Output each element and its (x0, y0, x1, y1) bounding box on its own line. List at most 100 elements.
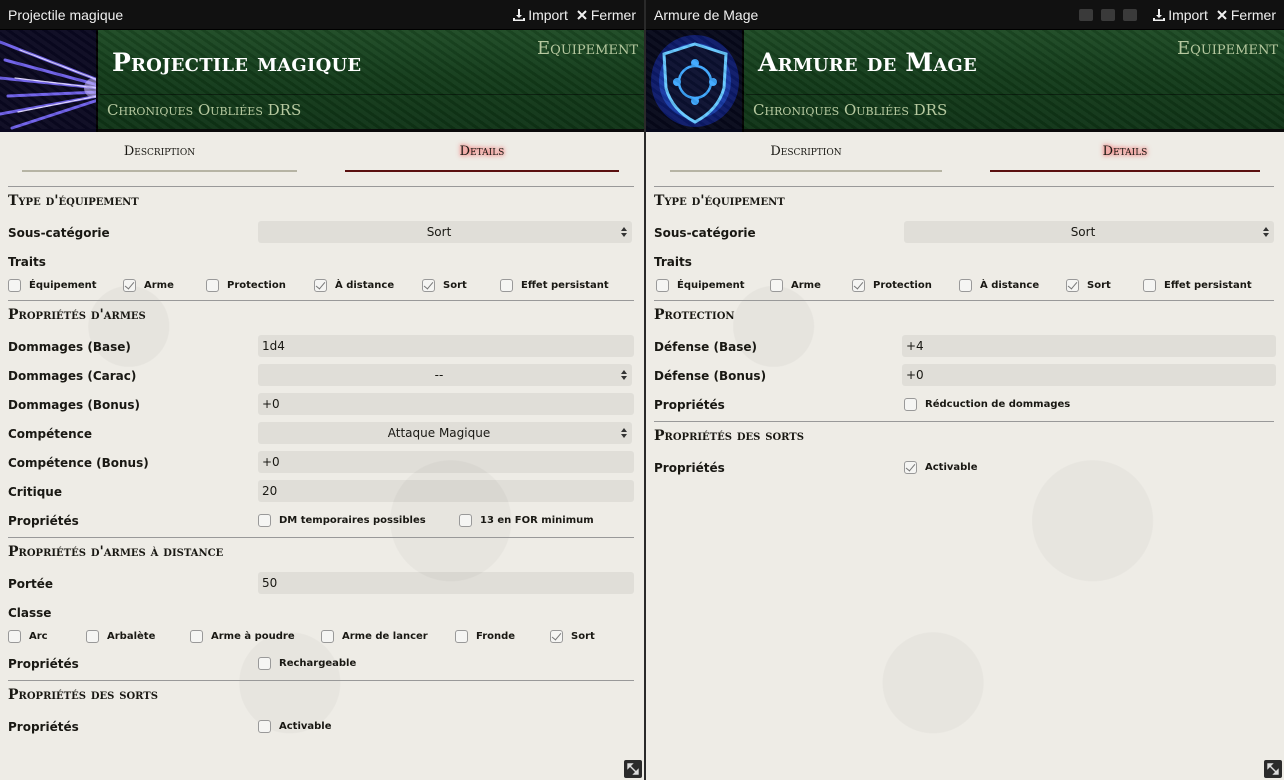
range-input[interactable]: 50 (258, 572, 634, 594)
class-firearm-checkbox[interactable]: Arme à poudre (190, 630, 295, 643)
spell-properties-label: Propriétés (654, 461, 725, 475)
prop-label: 13 en FOR minimum (480, 515, 594, 526)
prop-reloadable-checkbox[interactable]: Rechargeable (258, 657, 356, 670)
trait-equipment-checkbox[interactable]: Équipement (8, 279, 97, 292)
checkbox-box[interactable] (904, 461, 917, 474)
map-icon (1123, 8, 1138, 21)
close-label: Fermer (1230, 6, 1276, 23)
item-type: Equipement (537, 38, 638, 59)
damage-carac-select[interactable]: -- (258, 364, 632, 386)
ranged-properties-label: Propriétés (8, 657, 79, 671)
close-button[interactable]: Fermer (576, 7, 636, 23)
subcategory-select[interactable]: Sort (258, 221, 632, 243)
damage-base-input[interactable]: 1d4 (258, 335, 634, 357)
trait-spell-checkbox[interactable]: Sort (422, 279, 467, 292)
checkbox-box[interactable] (550, 630, 563, 643)
skill-select[interactable]: Attaque Magique (258, 422, 632, 444)
damage-bonus-input[interactable]: +0 (258, 393, 634, 415)
resize-handle[interactable] (1264, 760, 1282, 778)
class-sling-checkbox[interactable]: Fronde (455, 630, 515, 643)
trait-weapon-checkbox[interactable]: Arme (770, 279, 821, 292)
item-portrait[interactable] (646, 30, 744, 132)
trait-ranged-checkbox[interactable]: À distance (959, 279, 1039, 292)
checkbox-box[interactable] (8, 630, 21, 643)
checkbox-box[interactable] (852, 279, 865, 292)
trait-label: À distance (335, 280, 395, 291)
prop-str-minimum-checkbox[interactable]: 13 en FOR minimum (459, 514, 594, 527)
trait-label: Protection (227, 280, 286, 291)
defense-base-input[interactable]: +4 (902, 335, 1276, 357)
checkbox-box[interactable] (1066, 279, 1079, 292)
import-button[interactable]: Import (1153, 7, 1208, 23)
class-crossbow-checkbox[interactable]: Arbalète (86, 630, 155, 643)
tab-description[interactable]: Description (670, 144, 942, 172)
item-name[interactable]: Armure de Mage (758, 48, 977, 77)
tab-details[interactable]: Details (345, 144, 619, 172)
critical-input[interactable]: 20 (258, 480, 634, 502)
checkbox-box[interactable] (959, 279, 972, 292)
close-button[interactable]: Fermer (1216, 7, 1276, 23)
item-type: Equipement (1177, 38, 1278, 59)
checkbox-box[interactable] (770, 279, 783, 292)
window-titlebar[interactable]: Armure de Mage Import Fermer (646, 0, 1284, 30)
spell-properties-label: Propriétés (8, 720, 79, 734)
checkbox-box[interactable] (455, 630, 468, 643)
checkbox-box[interactable] (321, 630, 334, 643)
trait-protection-checkbox[interactable]: Protection (206, 279, 286, 292)
window-titlebar[interactable]: Projectile magique Import Fermer (0, 0, 644, 30)
tab-description[interactable]: Description (22, 144, 297, 172)
trait-persistent-checkbox[interactable]: Effet persistant (1143, 279, 1252, 292)
class-thrown-checkbox[interactable]: Arme de lancer (321, 630, 428, 643)
sheet-tabs: Description Details (646, 132, 1284, 186)
class-spell-checkbox[interactable]: Sort (550, 630, 595, 643)
item-portrait[interactable] (0, 30, 98, 132)
checkbox-box[interactable] (656, 279, 669, 292)
trait-label: Sort (443, 280, 467, 291)
item-name[interactable]: Projectile magique (112, 48, 361, 77)
checkbox-box[interactable] (86, 630, 99, 643)
defense-bonus-input[interactable]: +0 (902, 364, 1276, 386)
checkbox-box[interactable] (190, 630, 203, 643)
trait-protection-checkbox[interactable]: Protection (852, 279, 932, 292)
close-label: Fermer (590, 6, 636, 23)
tab-details-label: Details (1102, 144, 1148, 159)
checkbox-box[interactable] (459, 514, 472, 527)
section-weapon-properties: Propriétés d'armes (8, 300, 634, 323)
trait-label: Arme (144, 280, 174, 291)
prop-activatable-checkbox[interactable]: Activable (904, 461, 978, 474)
checkbox-box[interactable] (1143, 279, 1156, 292)
prop-temp-damage-checkbox[interactable]: DM temporaires possibles (258, 514, 426, 527)
checkbox-box[interactable] (123, 279, 136, 292)
subcategory-select[interactable]: Sort (904, 221, 1274, 243)
tab-details[interactable]: Details (990, 144, 1260, 172)
checkbox-box[interactable] (8, 279, 21, 292)
trait-weapon-checkbox[interactable]: Arme (123, 279, 174, 292)
class-name: Arme à poudre (211, 631, 295, 642)
class-label: Classe (8, 606, 52, 620)
skill-bonus-input[interactable]: +0 (258, 451, 634, 473)
select-arrows-icon (621, 370, 627, 380)
prop-damage-reduction-checkbox[interactable]: Rédcuction de dommages (904, 398, 1070, 411)
checkbox-box[interactable] (500, 279, 513, 292)
checkbox-box[interactable] (206, 279, 219, 292)
skill-label: Compétence (8, 427, 92, 441)
prop-activatable-checkbox[interactable]: Activable (258, 720, 332, 733)
checkbox-box[interactable] (904, 398, 917, 411)
section-equipment-type: Type d'équipement (654, 186, 1274, 209)
checkbox-box[interactable] (258, 657, 271, 670)
critical-label: Critique (8, 485, 62, 499)
checkbox-box[interactable] (314, 279, 327, 292)
trait-equipment-checkbox[interactable]: Équipement (656, 279, 745, 292)
sheet-header: Projectile magique Equipement Chroniques… (0, 30, 644, 132)
checkbox-box[interactable] (422, 279, 435, 292)
close-icon (577, 9, 587, 20)
checkbox-box[interactable] (258, 720, 271, 733)
resize-handle[interactable] (624, 760, 642, 778)
trait-persistent-checkbox[interactable]: Effet persistant (500, 279, 609, 292)
class-bow-checkbox[interactable]: Arc (8, 630, 48, 643)
checkbox-box[interactable] (258, 514, 271, 527)
import-button[interactable]: Import (513, 7, 568, 23)
trait-ranged-checkbox[interactable]: À distance (314, 279, 394, 292)
section-spell-properties: Propriétés des sorts (654, 421, 1274, 444)
trait-spell-checkbox[interactable]: Sort (1066, 279, 1111, 292)
